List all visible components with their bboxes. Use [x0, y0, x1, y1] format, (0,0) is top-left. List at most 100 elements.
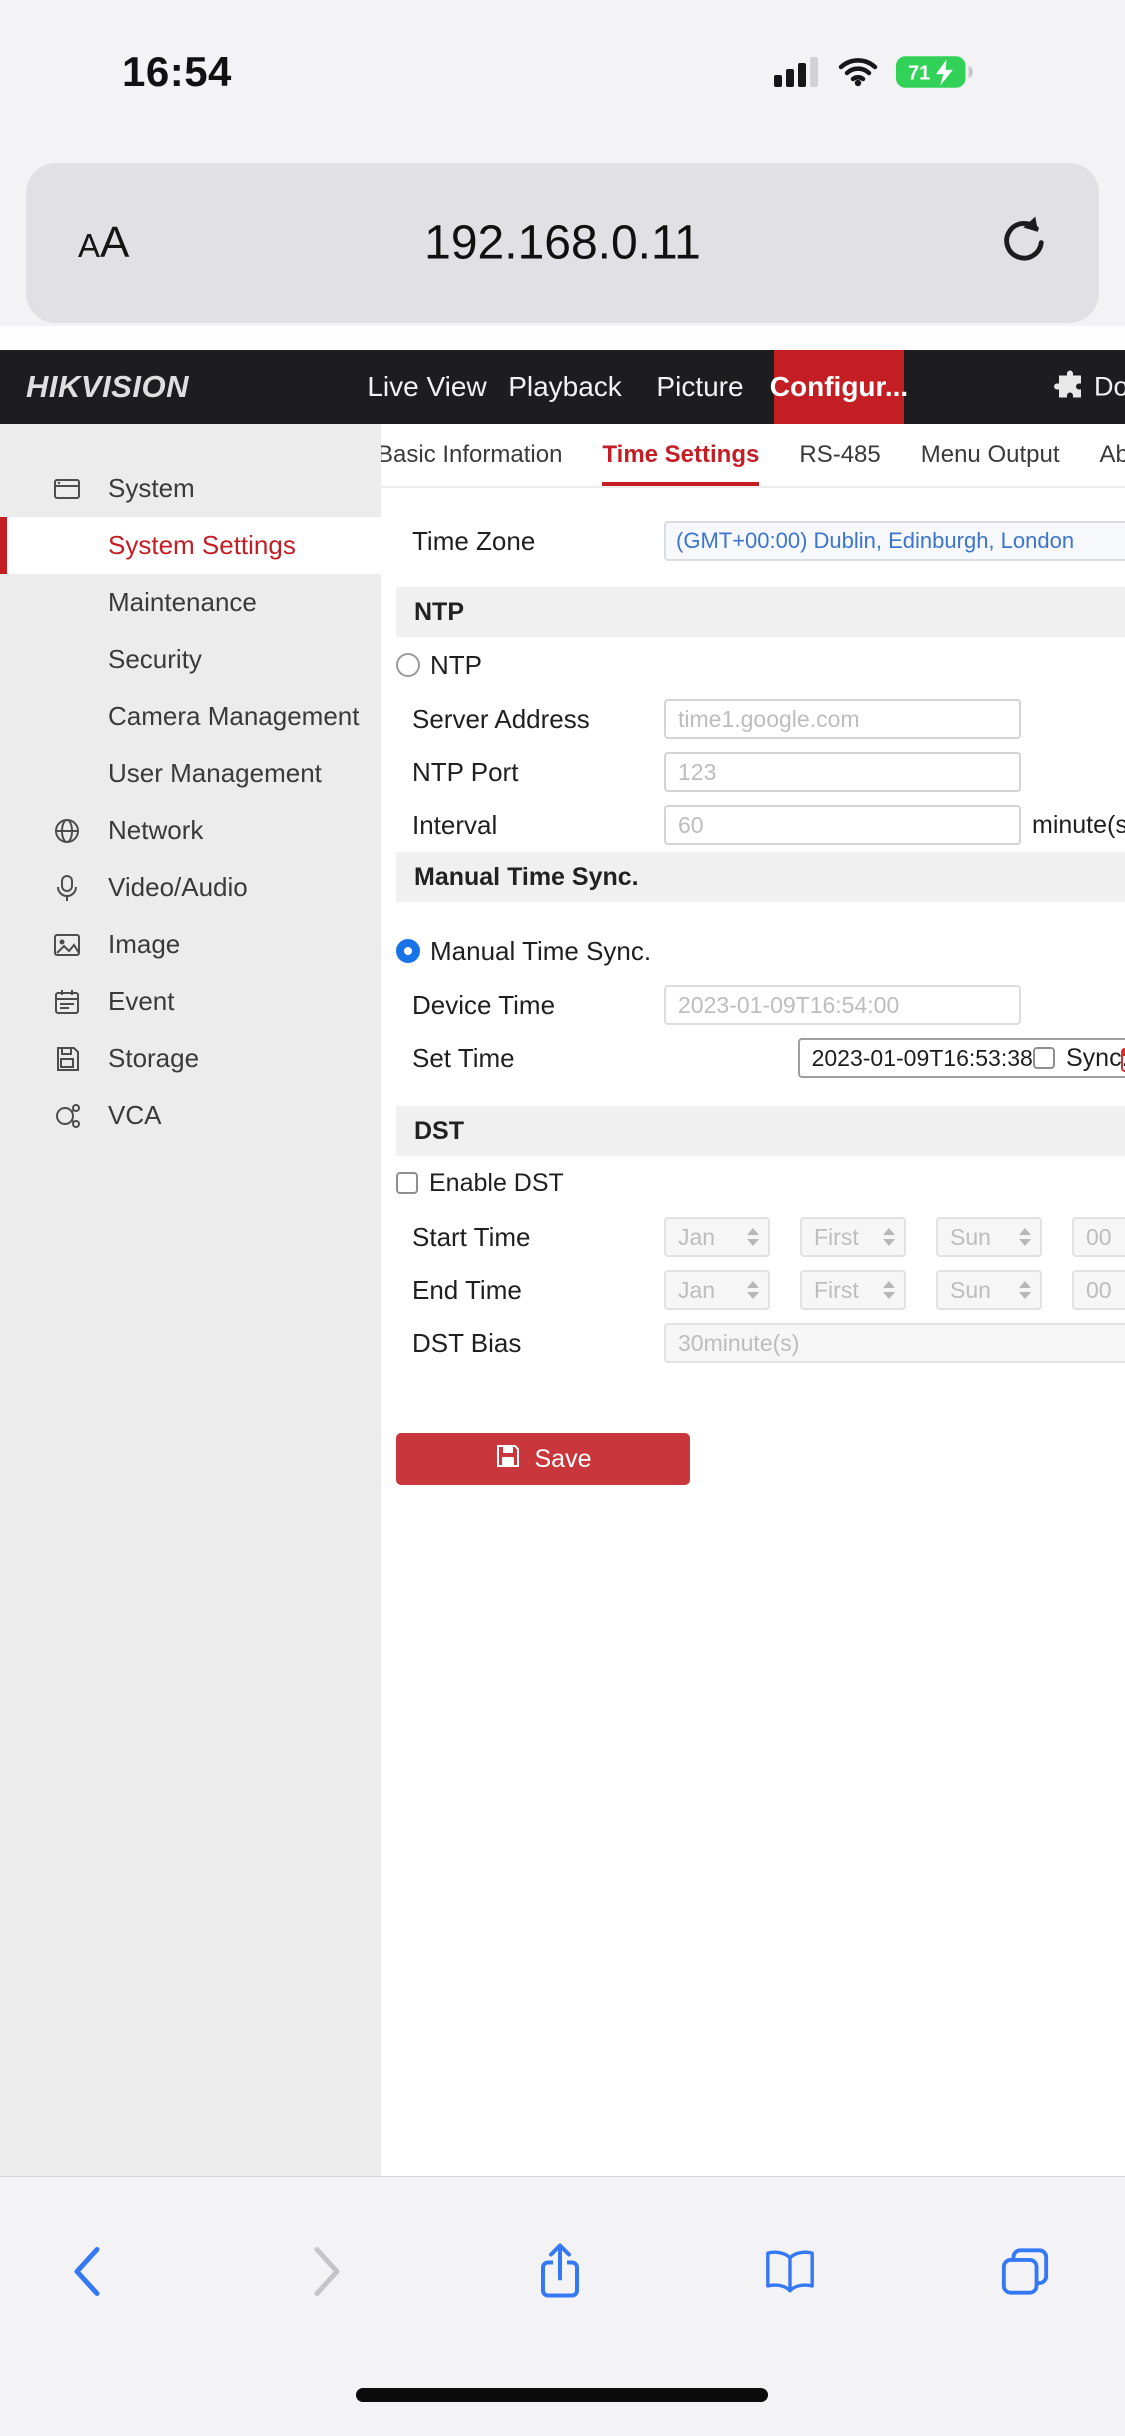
tab-basic-information[interactable]: Basic Information — [381, 424, 562, 486]
sync-checkbox-label: Sync. w — [1066, 1044, 1125, 1073]
start-time-label: Start Time — [412, 1222, 530, 1253]
forward-button[interactable] — [311, 2246, 343, 2303]
time-zone-select[interactable]: (GMT+00:00) Dublin, Edinburgh, London — [664, 521, 1125, 561]
sidebar-item-security[interactable]: Security — [0, 631, 381, 688]
ntp-radio-row: NTP — [381, 650, 1125, 680]
sidebar-item-label: Camera Management — [108, 701, 359, 732]
reload-button[interactable] — [999, 215, 1051, 272]
sidebar-item-label: Network — [108, 815, 203, 846]
plugin-label[interactable]: Do — [1094, 372, 1125, 403]
sidebar-item-storage[interactable]: Storage — [0, 1030, 381, 1087]
address-bar[interactable]: AA 192.168.0.11 — [26, 163, 1099, 323]
sidebar-item-label: Maintenance — [108, 587, 257, 618]
enable-dst-row: Enable DST — [381, 1168, 1125, 1198]
dst-start-week-select[interactable]: First — [800, 1217, 906, 1257]
tabs-button[interactable] — [1000, 2247, 1050, 2302]
dst-end-week-select[interactable]: First — [800, 1270, 906, 1310]
page-content: System System Settings Maintenance Secur… — [0, 424, 1125, 2176]
url-field[interactable]: 192.168.0.11 — [26, 216, 1099, 271]
plugin-puzzle-icon[interactable] — [1054, 369, 1086, 406]
dst-end-day-select[interactable]: Sun — [936, 1270, 1042, 1310]
nav-configuration[interactable]: Configur... — [774, 350, 904, 424]
sidebar-item-camera-management[interactable]: Camera Management — [0, 688, 381, 745]
dst-end-time-row: End Time Jan First Sun 00 — [381, 1270, 1125, 1310]
dst-bias-label: DST Bias — [412, 1328, 521, 1359]
back-button[interactable] — [71, 2246, 103, 2303]
tab-rs-485[interactable]: RS-485 — [799, 424, 880, 486]
dst-end-month-select[interactable]: Jan — [664, 1270, 770, 1310]
device-time-field — [664, 985, 1021, 1025]
image-icon — [52, 930, 82, 960]
system-icon — [52, 474, 82, 504]
stepper-icon — [883, 1228, 895, 1246]
sync-checkbox[interactable] — [1033, 1047, 1055, 1069]
tab-bar: Basic Information Time Settings RS-485 M… — [381, 424, 1125, 488]
manual-sync-section-header: Manual Time Sync. — [396, 852, 1125, 902]
stepper-icon — [747, 1281, 759, 1299]
set-time-label: Set Time — [412, 1043, 515, 1074]
dst-start-month-select[interactable]: Jan — [664, 1217, 770, 1257]
manual-sync-radio-label: Manual Time Sync. — [430, 936, 651, 967]
battery-indicator: 71 — [896, 54, 976, 95]
interval-row: Interval minute(s) — [381, 805, 1125, 845]
interval-label: Interval — [412, 810, 497, 841]
event-icon — [52, 987, 82, 1017]
tab-about[interactable]: About — [1099, 424, 1125, 486]
sidebar-item-system-settings[interactable]: System Settings — [0, 517, 381, 574]
sidebar-item-network[interactable]: Network — [0, 802, 381, 859]
enable-dst-label: Enable DST — [429, 1169, 564, 1198]
interval-input[interactable] — [664, 805, 1021, 845]
server-address-input[interactable] — [664, 699, 1021, 739]
time-zone-label: Time Zone — [412, 526, 535, 557]
wifi-icon — [838, 57, 878, 92]
ntp-port-input[interactable] — [664, 752, 1021, 792]
stepper-icon — [1019, 1228, 1031, 1246]
share-button[interactable] — [536, 2241, 584, 2308]
network-icon — [52, 816, 82, 846]
sidebar-item-vca[interactable]: VCA — [0, 1087, 381, 1144]
sidebar-item-maintenance[interactable]: Maintenance — [0, 574, 381, 631]
cellular-signal-icon — [774, 57, 820, 92]
sidebar-item-user-management[interactable]: User Management — [0, 745, 381, 802]
ntp-port-label: NTP Port — [412, 757, 518, 788]
set-time-row: Set Time Sync. w — [381, 1038, 1125, 1078]
tab-menu-output[interactable]: Menu Output — [921, 424, 1060, 486]
save-icon — [495, 1443, 521, 1476]
dst-bias-row: DST Bias 30minute(s) — [381, 1323, 1125, 1363]
ntp-port-row: NTP Port — [381, 752, 1125, 792]
save-button[interactable]: Save — [396, 1433, 690, 1485]
sidebar-item-system[interactable]: System — [0, 460, 381, 517]
dst-start-hour-select[interactable]: 00 — [1072, 1217, 1125, 1257]
nav-picture[interactable]: Picture — [656, 371, 743, 403]
sidebar-item-label: Image — [108, 929, 180, 960]
dst-start-day-select[interactable]: Sun — [936, 1217, 1042, 1257]
tab-time-settings[interactable]: Time Settings — [602, 424, 759, 486]
video-audio-icon — [52, 873, 82, 903]
sidebar-item-video-audio[interactable]: Video/Audio — [0, 859, 381, 916]
bookmarks-button[interactable] — [763, 2248, 817, 2301]
sidebar-item-label: System Settings — [108, 530, 296, 561]
safari-chrome-top: 16:54 71 AA 192.168.0.11 — [0, 0, 1125, 350]
stepper-icon — [1019, 1281, 1031, 1299]
status-icons: 71 — [774, 54, 976, 95]
storage-icon — [52, 1044, 82, 1074]
save-label: Save — [535, 1445, 592, 1474]
sidebar-item-image[interactable]: Image — [0, 916, 381, 973]
enable-dst-checkbox[interactable] — [396, 1172, 418, 1194]
ntp-radio[interactable] — [396, 653, 420, 677]
stepper-icon — [747, 1228, 759, 1246]
home-indicator — [356, 2388, 768, 2402]
ntp-section-header: NTP — [396, 587, 1125, 637]
manual-sync-radio-row: Manual Time Sync. — [381, 936, 1125, 966]
server-address-row: Server Address — [381, 699, 1125, 739]
nav-live-view[interactable]: Live View — [367, 371, 486, 403]
ntp-radio-label: NTP — [430, 650, 482, 681]
sidebar-item-label: Security — [108, 644, 202, 675]
dst-end-hour-select[interactable]: 00 — [1072, 1270, 1125, 1310]
manual-sync-radio[interactable] — [396, 939, 420, 963]
sidebar-item-label: Event — [108, 986, 175, 1017]
nav-playback[interactable]: Playback — [508, 371, 622, 403]
sidebar-item-event[interactable]: Event — [0, 973, 381, 1030]
settings-sidebar: System System Settings Maintenance Secur… — [0, 424, 381, 2176]
sidebar-item-label: System — [108, 473, 195, 504]
